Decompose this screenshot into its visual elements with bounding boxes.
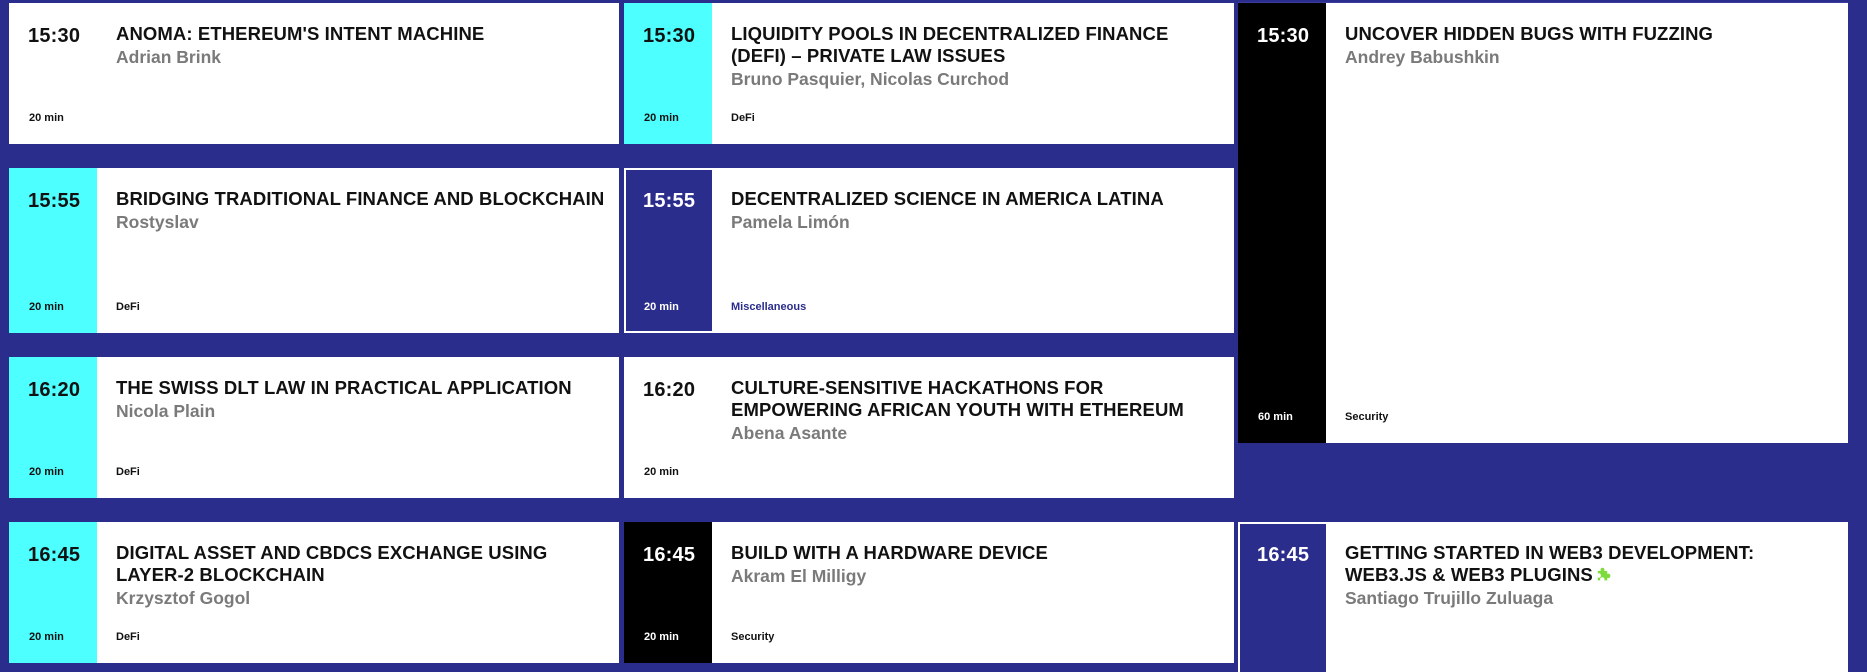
puzzle-piece-icon bbox=[1597, 567, 1611, 581]
session-time-strip: 16:20 20 min bbox=[9, 357, 97, 498]
session-time: 15:55 bbox=[28, 190, 81, 212]
session-duration: 60 min bbox=[1258, 411, 1293, 423]
session-title[interactable]: DECENTRALIZED SCIENCE IN AMERICA LATINA bbox=[731, 188, 1218, 210]
session-card-bridging[interactable]: 15:55 20 min BRIDGING TRADITIONAL FINANC… bbox=[9, 168, 619, 333]
session-time: 16:20 bbox=[28, 379, 81, 401]
session-title[interactable]: LIQUIDITY POOLS IN DECENTRALIZED FINANCE… bbox=[731, 23, 1220, 67]
session-card-hackathons[interactable]: 16:20 20 min CULTURE-SENSITIVE HACKATHON… bbox=[624, 357, 1234, 498]
session-time: 15:30 bbox=[643, 25, 696, 47]
session-content: DECENTRALIZED SCIENCE IN AMERICA LATINA … bbox=[712, 170, 1232, 331]
session-tag[interactable]: DeFi bbox=[116, 301, 140, 313]
session-time: 15:30 bbox=[1257, 25, 1310, 47]
session-time: 15:30 bbox=[28, 25, 81, 47]
session-content: ANOMA: ETHEREUM'S INTENT MACHINE Adrian … bbox=[97, 3, 619, 144]
session-speaker[interactable]: Akram El Milligy bbox=[731, 565, 1220, 587]
session-duration: 20 min bbox=[644, 631, 679, 643]
session-speaker[interactable]: Bruno Pasquier, Nicolas Curchod bbox=[731, 68, 1220, 90]
session-card-fuzzing[interactable]: 15:30 60 min UNCOVER HIDDEN BUGS WITH FU… bbox=[1238, 3, 1848, 443]
session-time-strip: 15:55 20 min bbox=[626, 170, 712, 331]
session-time-strip: 16:45 20 min bbox=[624, 522, 712, 663]
session-tag[interactable]: DeFi bbox=[731, 112, 755, 124]
session-tag[interactable]: Miscellaneous bbox=[731, 301, 806, 313]
session-content: BUILD WITH A HARDWARE DEVICE Akram El Mi… bbox=[712, 522, 1234, 663]
session-content: CULTURE-SENSITIVE HACKATHONS FOR EMPOWER… bbox=[712, 357, 1234, 498]
session-duration: 20 min bbox=[29, 112, 64, 124]
session-speaker[interactable]: Rostyslav bbox=[116, 211, 605, 233]
session-content: BRIDGING TRADITIONAL FINANCE AND BLOCKCH… bbox=[97, 168, 619, 333]
session-card-swiss-dlt[interactable]: 16:20 20 min THE SWISS DLT LAW IN PRACTI… bbox=[9, 357, 619, 498]
session-duration: 20 min bbox=[29, 301, 64, 313]
session-duration: 20 min bbox=[644, 466, 679, 478]
session-time: 16:45 bbox=[1257, 544, 1310, 566]
session-card-anoma[interactable]: 15:30 20 min ANOMA: ETHEREUM'S INTENT MA… bbox=[9, 3, 619, 144]
session-time-strip: 15:30 20 min bbox=[9, 3, 97, 144]
session-title[interactable]: CULTURE-SENSITIVE HACKATHONS FOR EMPOWER… bbox=[731, 377, 1220, 421]
session-content: DIGITAL ASSET AND CBDCS EXCHANGE USING L… bbox=[97, 522, 619, 663]
session-time: 16:20 bbox=[643, 379, 696, 401]
session-card-web3-getting-started[interactable]: 16:45 GETTING STARTED IN WEB3 DEVELOPMEN… bbox=[1238, 522, 1848, 672]
session-title-text: GETTING STARTED IN WEB3 DEVELOPMENT: WEB… bbox=[1345, 542, 1755, 585]
session-content: LIQUIDITY POOLS IN DECENTRALIZED FINANCE… bbox=[712, 3, 1234, 144]
session-card-desci[interactable]: 15:55 20 min DECENTRALIZED SCIENCE IN AM… bbox=[624, 168, 1234, 333]
session-card-hardware-device[interactable]: 16:45 20 min BUILD WITH A HARDWARE DEVIC… bbox=[624, 522, 1234, 663]
session-time: 16:45 bbox=[28, 544, 81, 566]
session-title[interactable]: THE SWISS DLT LAW IN PRACTICAL APPLICATI… bbox=[116, 377, 605, 399]
session-time: 15:55 bbox=[643, 190, 696, 212]
session-speaker[interactable]: Nicola Plain bbox=[116, 400, 605, 422]
session-title[interactable]: BRIDGING TRADITIONAL FINANCE AND BLOCKCH… bbox=[116, 188, 605, 210]
session-time-strip: 15:30 20 min bbox=[624, 3, 712, 144]
session-speaker[interactable]: Abena Asante bbox=[731, 422, 1220, 444]
session-content: GETTING STARTED IN WEB3 DEVELOPMENT: WEB… bbox=[1326, 524, 1846, 672]
session-duration: 20 min bbox=[644, 301, 679, 313]
session-title[interactable]: ANOMA: ETHEREUM'S INTENT MACHINE bbox=[116, 23, 605, 45]
session-time: 16:45 bbox=[643, 544, 696, 566]
session-duration: 20 min bbox=[29, 466, 64, 478]
session-speaker[interactable]: Adrian Brink bbox=[116, 46, 605, 68]
session-title[interactable]: GETTING STARTED IN WEB3 DEVELOPMENT: WEB… bbox=[1345, 542, 1832, 586]
session-content: UNCOVER HIDDEN BUGS WITH FUZZING Andrey … bbox=[1326, 3, 1848, 443]
session-title[interactable]: BUILD WITH A HARDWARE DEVICE bbox=[731, 542, 1220, 564]
session-time-strip: 16:20 20 min bbox=[624, 357, 712, 498]
session-duration: 20 min bbox=[29, 631, 64, 643]
session-time-strip: 15:30 60 min bbox=[1238, 3, 1326, 443]
session-speaker[interactable]: Krzysztof Gogol bbox=[116, 587, 605, 609]
session-tag[interactable]: Security bbox=[1345, 411, 1388, 423]
session-tag[interactable]: DeFi bbox=[116, 466, 140, 478]
schedule-grid: 15:30 20 min ANOMA: ETHEREUM'S INTENT MA… bbox=[0, 0, 1867, 672]
session-time-strip: 16:45 bbox=[1240, 524, 1326, 672]
session-duration: 20 min bbox=[644, 112, 679, 124]
session-tag[interactable]: DeFi bbox=[116, 631, 140, 643]
session-card-cbdcs[interactable]: 16:45 20 min DIGITAL ASSET AND CBDCS EXC… bbox=[9, 522, 619, 663]
session-title[interactable]: UNCOVER HIDDEN BUGS WITH FUZZING bbox=[1345, 23, 1834, 45]
session-speaker[interactable]: Andrey Babushkin bbox=[1345, 46, 1834, 68]
session-content: THE SWISS DLT LAW IN PRACTICAL APPLICATI… bbox=[97, 357, 619, 498]
session-speaker[interactable]: Santiago Trujillo Zuluaga bbox=[1345, 587, 1832, 609]
session-title[interactable]: DIGITAL ASSET AND CBDCS EXCHANGE USING L… bbox=[116, 542, 605, 586]
session-speaker[interactable]: Pamela Limón bbox=[731, 211, 1218, 233]
session-time-strip: 16:45 20 min bbox=[9, 522, 97, 663]
session-card-liquidity-pools[interactable]: 15:30 20 min LIQUIDITY POOLS IN DECENTRA… bbox=[624, 3, 1234, 144]
session-time-strip: 15:55 20 min bbox=[9, 168, 97, 333]
session-tag[interactable]: Security bbox=[731, 631, 774, 643]
